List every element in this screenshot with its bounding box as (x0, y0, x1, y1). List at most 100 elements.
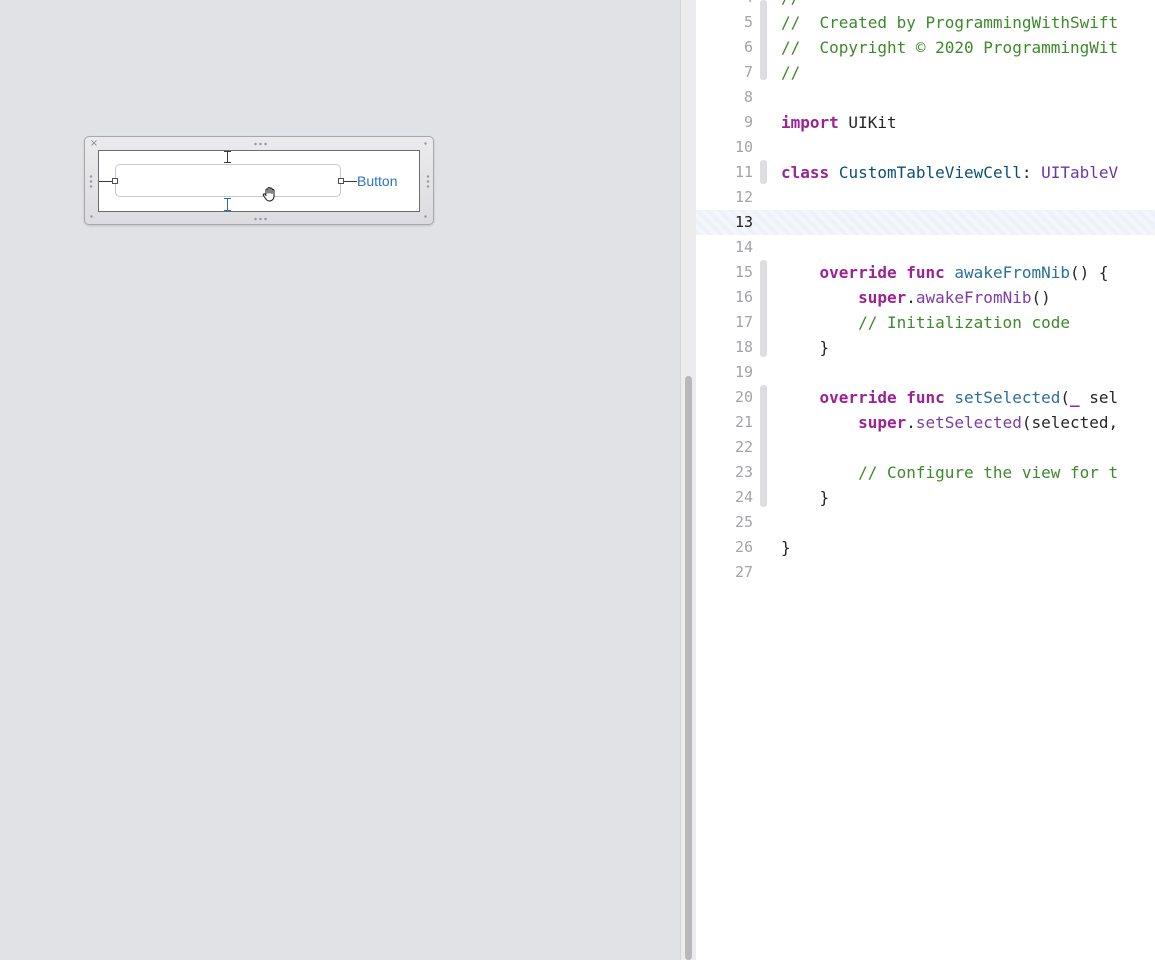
code-line[interactable]: 17 // Initialization code (696, 310, 1155, 335)
code-line[interactable]: 8 (696, 85, 1155, 110)
code-token: UIKit (838, 113, 897, 132)
code-line[interactable]: 12 (696, 185, 1155, 210)
code-token: . (906, 288, 916, 307)
spacing-constraint[interactable] (344, 181, 357, 182)
code-line[interactable]: 15 override func awakeFromNib() { (696, 260, 1155, 285)
code-token: (selected, (1021, 413, 1119, 432)
canvas-vertical-scrollbar[interactable] (680, 0, 696, 960)
leading-constraint[interactable] (99, 181, 113, 182)
code-token: // Created by ProgrammingWithSwift (781, 13, 1119, 32)
line-number: 20 (734, 388, 753, 406)
right-resize-handle[interactable] (338, 178, 344, 184)
code-line[interactable]: 22 (696, 435, 1155, 460)
code-line[interactable]: 21 super.setSelected(selected, (696, 410, 1155, 435)
code-editor[interactable]: 4 // 5 // Created by ProgrammingWithSwift 6 /… (696, 0, 1155, 960)
line-number: 23 (734, 463, 753, 481)
code-token: // Copyright © 2020 ProgrammingWit (781, 38, 1119, 57)
line-number: 19 (734, 363, 753, 381)
line-number: 12 (734, 188, 753, 206)
cell-content-view[interactable]: Button (98, 150, 420, 212)
cell-button[interactable]: Button (357, 172, 397, 190)
code-text[interactable]: class CustomTableViewCell: UITableV (781, 160, 1118, 185)
code-text[interactable]: override func awakeFromNib() { (781, 260, 1109, 285)
code-line[interactable]: 14 (696, 235, 1155, 260)
code-line[interactable]: 5 // Created by ProgrammingWithSwift (696, 10, 1155, 35)
code-line[interactable]: 16 super.awakeFromNib() (696, 285, 1155, 310)
code-line[interactable]: 24 } (696, 485, 1155, 510)
code-text[interactable]: import UIKit (781, 110, 897, 135)
left-resize-handle[interactable] (112, 178, 118, 184)
code-line[interactable]: 11 class CustomTableViewCell: UITableV (696, 160, 1155, 185)
code-text[interactable]: // Configure the view for t (781, 460, 1118, 485)
top-resize-grip-icon[interactable] (253, 142, 267, 146)
code-token: super (858, 413, 907, 432)
line-number: 6 (743, 38, 753, 56)
line-number: 21 (734, 413, 753, 431)
code-text[interactable]: override func setSelected(_ sel (781, 385, 1119, 410)
code-line[interactable]: 23 // Configure the view for t (696, 460, 1155, 485)
code-text[interactable]: // Copyright © 2020 ProgrammingWit (781, 35, 1118, 60)
code-token: : (1021, 163, 1042, 182)
line-number: 17 (734, 313, 753, 331)
top-right-corner-grip-icon[interactable] (423, 141, 429, 147)
code-line[interactable]: 13 (696, 210, 1155, 235)
code-token: override (819, 388, 897, 407)
code-token: () { (1070, 263, 1109, 282)
line-number: 15 (734, 263, 753, 281)
bottom-constraint-cap-icon (224, 210, 231, 211)
text-field[interactable] (115, 164, 341, 202)
code-text[interactable]: } (781, 535, 791, 560)
line-number: 14 (734, 238, 753, 256)
line-number: 26 (734, 538, 753, 556)
code-line[interactable]: 18 } (696, 335, 1155, 360)
code-line[interactable]: 4 // (696, 0, 1155, 10)
code-token: super (858, 288, 907, 307)
right-resize-grip-icon[interactable] (426, 174, 430, 188)
code-text[interactable]: // (781, 0, 800, 10)
code-token: CustomTableViewCell (838, 163, 1022, 182)
code-line[interactable]: 10 (696, 135, 1155, 160)
code-text[interactable]: // (781, 60, 800, 85)
code-token: import (781, 113, 839, 132)
code-text[interactable]: super.awakeFromNib() (781, 285, 1051, 310)
line-number: 9 (743, 113, 753, 131)
code-token: . (906, 413, 916, 432)
line-number: 11 (734, 163, 753, 181)
code-token: sel (1079, 388, 1119, 407)
code-text[interactable]: } (781, 485, 830, 510)
code-line[interactable]: 19 (696, 360, 1155, 385)
code-line[interactable]: 9 import UIKit (696, 110, 1155, 135)
line-number: 24 (734, 488, 753, 506)
code-text[interactable]: super.setSelected(selected, (781, 410, 1118, 435)
code-line[interactable]: 27 (696, 560, 1155, 585)
bottom-resize-grip-icon[interactable] (253, 217, 267, 221)
close-scene-icon[interactable]: × (89, 139, 99, 149)
bottom-left-corner-grip-icon[interactable] (89, 214, 95, 220)
code-line[interactable]: 25 (696, 510, 1155, 535)
code-token: // (781, 63, 801, 82)
canvas-scrollbar-thumb[interactable] (685, 376, 692, 960)
code-line[interactable]: 26} (696, 535, 1155, 560)
code-token: awakeFromNib (915, 288, 1032, 307)
left-resize-grip-icon[interactable] (89, 174, 93, 188)
line-number: 25 (734, 513, 753, 531)
line-number: 13 (734, 213, 753, 231)
code-token: } (781, 538, 791, 557)
line-number: 4 (696, 0, 753, 10)
line-number: 5 (743, 13, 753, 31)
code-line[interactable]: 20 override func setSelected(_ sel (696, 385, 1155, 410)
interface-builder-canvas[interactable]: × Button (0, 0, 680, 960)
table-view-cell-scene[interactable]: × Button (84, 136, 434, 225)
bottom-right-corner-grip-icon[interactable] (423, 214, 429, 220)
code-text[interactable]: } (781, 335, 830, 360)
line-number: 10 (734, 138, 753, 156)
code-line[interactable]: 7 // (696, 60, 1155, 85)
code-line[interactable]: 6 // Copyright © 2020 ProgrammingWit (696, 35, 1155, 60)
code-text[interactable]: // Initialization code (781, 310, 1070, 335)
code-text[interactable]: // Created by ProgrammingWithSwift (781, 10, 1118, 35)
